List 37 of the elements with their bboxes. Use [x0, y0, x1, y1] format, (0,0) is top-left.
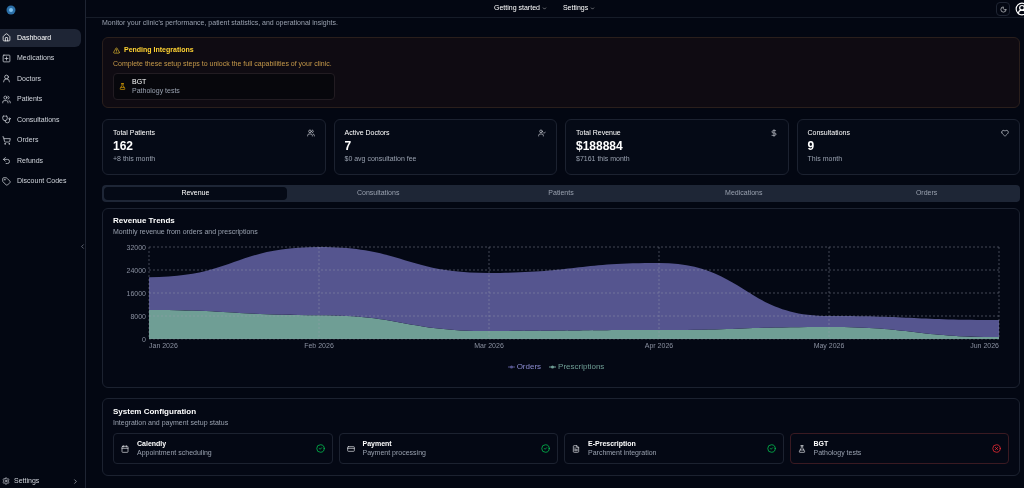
people-icon [306, 129, 315, 137]
chevron-down-icon [590, 6, 596, 11]
logo-icon [6, 5, 16, 15]
dollar-icon [769, 129, 778, 137]
chevron-down-icon [541, 6, 547, 11]
stat-value: 7 [344, 140, 352, 152]
legend-item: Orders [507, 361, 542, 373]
stethoscope-icon [2, 115, 11, 125]
legend-marker-icon [507, 365, 515, 369]
stat-value: $188884 [576, 140, 623, 152]
theme-toggle-button[interactable] [996, 2, 1010, 16]
plus-square-icon [2, 53, 11, 63]
stat-value: 9 [807, 140, 815, 152]
document-icon [572, 444, 580, 453]
moon-icon [999, 5, 1007, 13]
collapse-button[interactable] [78, 241, 86, 251]
chevron-left-icon [78, 242, 86, 250]
user-check-icon [538, 129, 546, 137]
tag-icon [2, 176, 11, 186]
legend-item: Prescriptions [549, 361, 605, 373]
legend-marker-icon [549, 365, 557, 369]
card-title: System Configuration [113, 408, 198, 416]
settings-icon [2, 477, 10, 485]
card-title: Revenue Trends [113, 217, 176, 225]
heart-icon [1001, 129, 1009, 137]
cart-icon [2, 135, 11, 145]
flask-icon [797, 444, 806, 453]
undo-icon [2, 156, 11, 166]
warning-icon [113, 46, 120, 54]
flask-icon [119, 83, 126, 90]
calendar-icon [121, 444, 129, 453]
card-icon [346, 444, 355, 453]
stat-value: 162 [113, 140, 134, 152]
home-icon [2, 33, 11, 43]
person-icon [2, 74, 11, 84]
people-icon [2, 94, 11, 104]
chevron-right-icon [72, 477, 79, 485]
